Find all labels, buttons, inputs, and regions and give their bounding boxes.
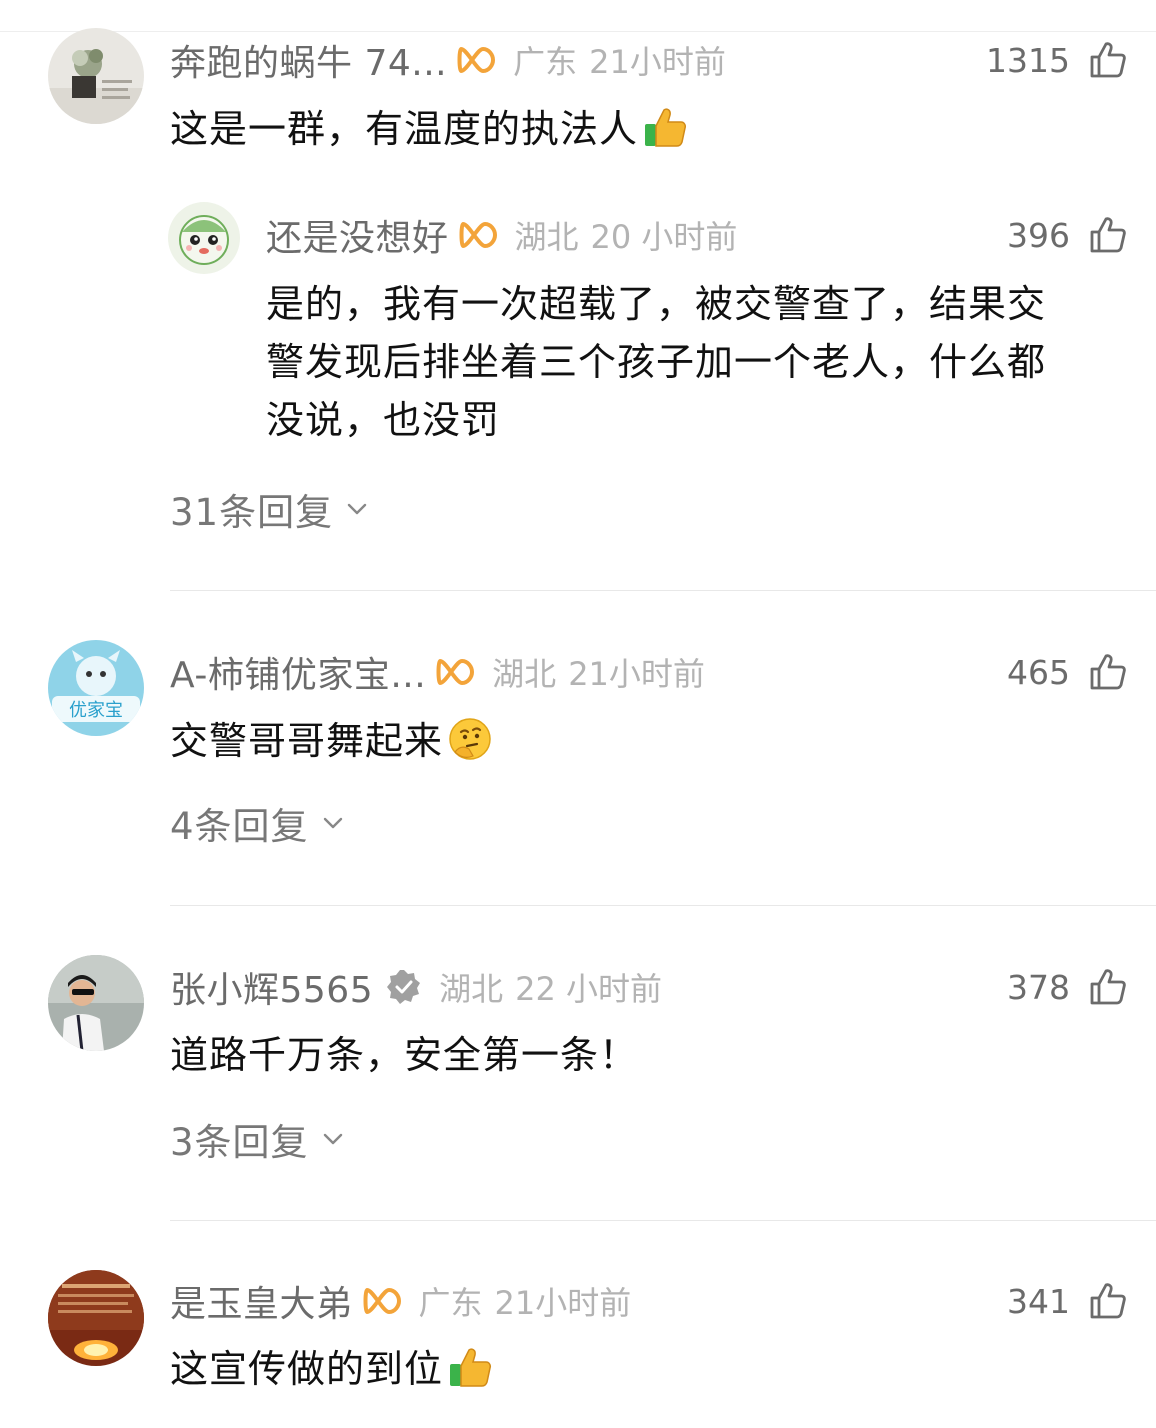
member-badge-icon — [459, 220, 499, 250]
avatar[interactable] — [48, 955, 144, 1051]
like-button[interactable]: 341 — [1007, 1273, 1128, 1329]
sub-reply-text-line: 是的，我有一次超载了，被交警查了，结果交 — [266, 282, 1047, 326]
thinking-face-emoji-icon — [447, 716, 493, 762]
location: 湖北 — [514, 218, 579, 256]
chevron-down-icon — [347, 503, 367, 515]
member-badge-icon — [457, 45, 497, 75]
replies-label: 31条回复 — [170, 491, 334, 534]
chevron-down-icon — [323, 1133, 342, 1145]
comment-divider — [170, 590, 1156, 591]
comment-text-body: 道路千万条，安全第一条！ — [170, 1033, 639, 1077]
sub-reply-text: 是的，我有一次超载了，被交警查了，结果交 警发现后排坐着三个孩子加一个老人，什么… — [266, 275, 1046, 449]
replies-label: 3条回复 — [170, 1121, 309, 1164]
timestamp: 21小时前 — [494, 1284, 632, 1322]
thumbs-up-icon — [1090, 42, 1126, 78]
location: 广东 — [418, 1284, 483, 1322]
username[interactable]: 奔跑的蜗牛 74... — [170, 34, 447, 86]
like-count: 378 — [1007, 967, 1070, 1007]
comment-divider — [170, 1220, 1156, 1221]
comment-text: 交警哥哥舞起来 — [170, 712, 493, 770]
timestamp: 21小时前 — [589, 43, 726, 81]
timestamp: 20 小时前 — [590, 218, 738, 256]
comment-meta: 是玉皇大弟 广东 21小时前 — [170, 1273, 631, 1329]
comment-text-body: 这宣传做的到位 — [170, 1347, 444, 1391]
sub-reply-text-line: 警发现后排坐着三个孩子加一个老人，什么都 — [266, 340, 1047, 384]
avatar[interactable] — [48, 1270, 144, 1366]
thumbs-up-icon — [1090, 969, 1126, 1005]
comment-text: 道路千万条，安全第一条！ — [170, 1026, 638, 1084]
thumbs-up-icon — [1090, 217, 1126, 253]
sub-reply-avatar[interactable] — [168, 202, 240, 274]
username[interactable]: A-柿铺优家宝... — [170, 646, 426, 698]
timestamp: 21小时前 — [568, 655, 705, 693]
thumbs-up-icon — [1090, 654, 1126, 690]
avatar[interactable]: 优家宝 — [48, 640, 144, 736]
like-count: 396 — [1007, 215, 1070, 255]
like-button[interactable]: 378 — [1007, 959, 1128, 1015]
sub-reply-text-line: 没说，也没罚 — [266, 398, 501, 442]
sub-reply-username[interactable]: 还是没想好 — [266, 209, 449, 261]
thumbs-up-emoji-icon — [447, 1344, 493, 1390]
comment-meta: A-柿铺优家宝... 湖北 21小时前 — [170, 644, 705, 700]
comment-text: 这是一群，有温度的执法人 — [170, 100, 688, 158]
avatar[interactable] — [48, 28, 144, 124]
thumbs-up-emoji-icon — [642, 104, 688, 150]
like-count: 341 — [1007, 1281, 1070, 1321]
location: 湖北 — [492, 655, 557, 693]
comment-meta: 奔跑的蜗牛 74... 广东 21小时前 — [170, 32, 726, 88]
username[interactable]: 是玉皇大弟 — [170, 1275, 353, 1327]
comment-text: 这宣传做的到位 — [170, 1340, 493, 1398]
sub-reply-like-button[interactable]: 396 — [1007, 207, 1128, 263]
like-count: 465 — [1007, 652, 1070, 692]
replies-label: 4条回复 — [170, 805, 309, 848]
comment-text-body: 这是一群，有温度的执法人 — [170, 107, 639, 151]
location: 湖北 — [439, 970, 504, 1008]
svg-text:优家宝: 优家宝 — [69, 700, 123, 721]
thumbs-up-icon — [1090, 1283, 1126, 1319]
member-badge-icon — [436, 657, 476, 687]
like-button[interactable]: 1315 — [986, 32, 1128, 88]
view-replies-button[interactable]: 4条回复 — [170, 796, 347, 850]
comment-divider — [170, 905, 1156, 906]
like-count: 1315 — [986, 40, 1070, 80]
like-button[interactable]: 465 — [1007, 644, 1128, 700]
username[interactable]: 张小辉5565 — [170, 961, 373, 1013]
verified-badge-icon — [385, 968, 423, 1006]
location: 广东 — [513, 43, 578, 81]
timestamp: 22 小时前 — [515, 970, 663, 1008]
view-replies-button[interactable]: 3条回复 — [170, 1112, 347, 1166]
member-badge-icon — [363, 1286, 403, 1316]
comment-meta: 张小辉5565 湖北 22 小时前 — [170, 959, 662, 1015]
chevron-down-icon — [323, 817, 342, 829]
sub-reply-meta: 还是没想好 湖北 20 小时前 — [266, 207, 737, 263]
comment-text-body: 交警哥哥舞起来 — [170, 719, 444, 763]
view-replies-button[interactable]: 31条回复 — [170, 482, 371, 536]
